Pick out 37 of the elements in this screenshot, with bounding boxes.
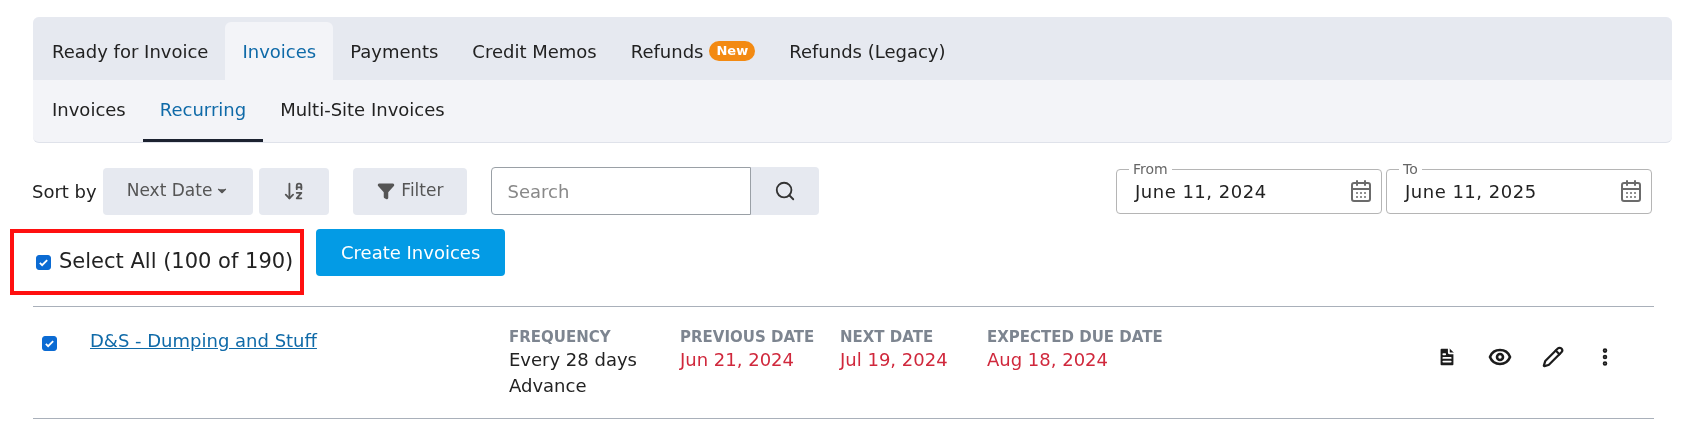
tab[interactable]: Ready for Invoice bbox=[35, 22, 226, 80]
tab[interactable]: Invoices bbox=[225, 22, 334, 80]
subtab[interactable]: Invoices bbox=[35, 80, 143, 142]
customer-link[interactable]: D&S - Dumping and Stuff bbox=[90, 327, 509, 354]
field-value: Jun 21, 2024 bbox=[680, 348, 795, 372]
date-value: June 11, 2024 bbox=[1135, 179, 1267, 204]
filter-button[interactable]: Filter bbox=[353, 167, 468, 215]
sort-order-button[interactable] bbox=[259, 167, 330, 215]
subtab[interactable]: Recurring bbox=[142, 80, 264, 142]
field-value: Every 28 days bbox=[509, 348, 638, 372]
field-label: NEXT DATE bbox=[840, 327, 935, 347]
select-all-label: Select All (100 of 190) bbox=[59, 248, 294, 276]
select-all-checkbox[interactable] bbox=[36, 254, 51, 270]
search-button[interactable] bbox=[751, 167, 820, 215]
sort-dropdown[interactable]: Next Date bbox=[102, 167, 254, 215]
search-field[interactable]: Search bbox=[491, 167, 752, 215]
check-icon bbox=[44, 338, 55, 349]
calendar-icon[interactable] bbox=[1619, 179, 1643, 203]
tab[interactable]: Refunds (Legacy) bbox=[772, 22, 963, 80]
field-value: Aug 18, 2024 bbox=[987, 348, 1110, 372]
new-badge: New bbox=[709, 41, 756, 61]
subtab[interactable]: Multi-Site Invoices bbox=[263, 80, 462, 142]
field-label: PREVIOUS DATE bbox=[680, 327, 816, 347]
field-label: FREQUENCY bbox=[509, 327, 612, 347]
field-value: Jul 19, 2024 bbox=[840, 348, 949, 372]
calendar-icon[interactable] bbox=[1349, 179, 1373, 203]
field-label: EXPECTED DUE DATE bbox=[987, 327, 1164, 347]
filter-icon bbox=[377, 182, 396, 200]
sort-label: Sort by bbox=[32, 179, 97, 204]
tab[interactable]: Payments bbox=[333, 22, 456, 80]
field-value: Advance bbox=[509, 374, 588, 398]
tab[interactable]: Refunds New bbox=[613, 22, 773, 80]
row-checkbox[interactable] bbox=[42, 336, 57, 351]
search-icon bbox=[774, 180, 797, 202]
edit-icon[interactable] bbox=[1542, 346, 1564, 368]
tab[interactable]: Credit Memos bbox=[455, 22, 614, 80]
date-value: June 11, 2025 bbox=[1405, 179, 1537, 204]
